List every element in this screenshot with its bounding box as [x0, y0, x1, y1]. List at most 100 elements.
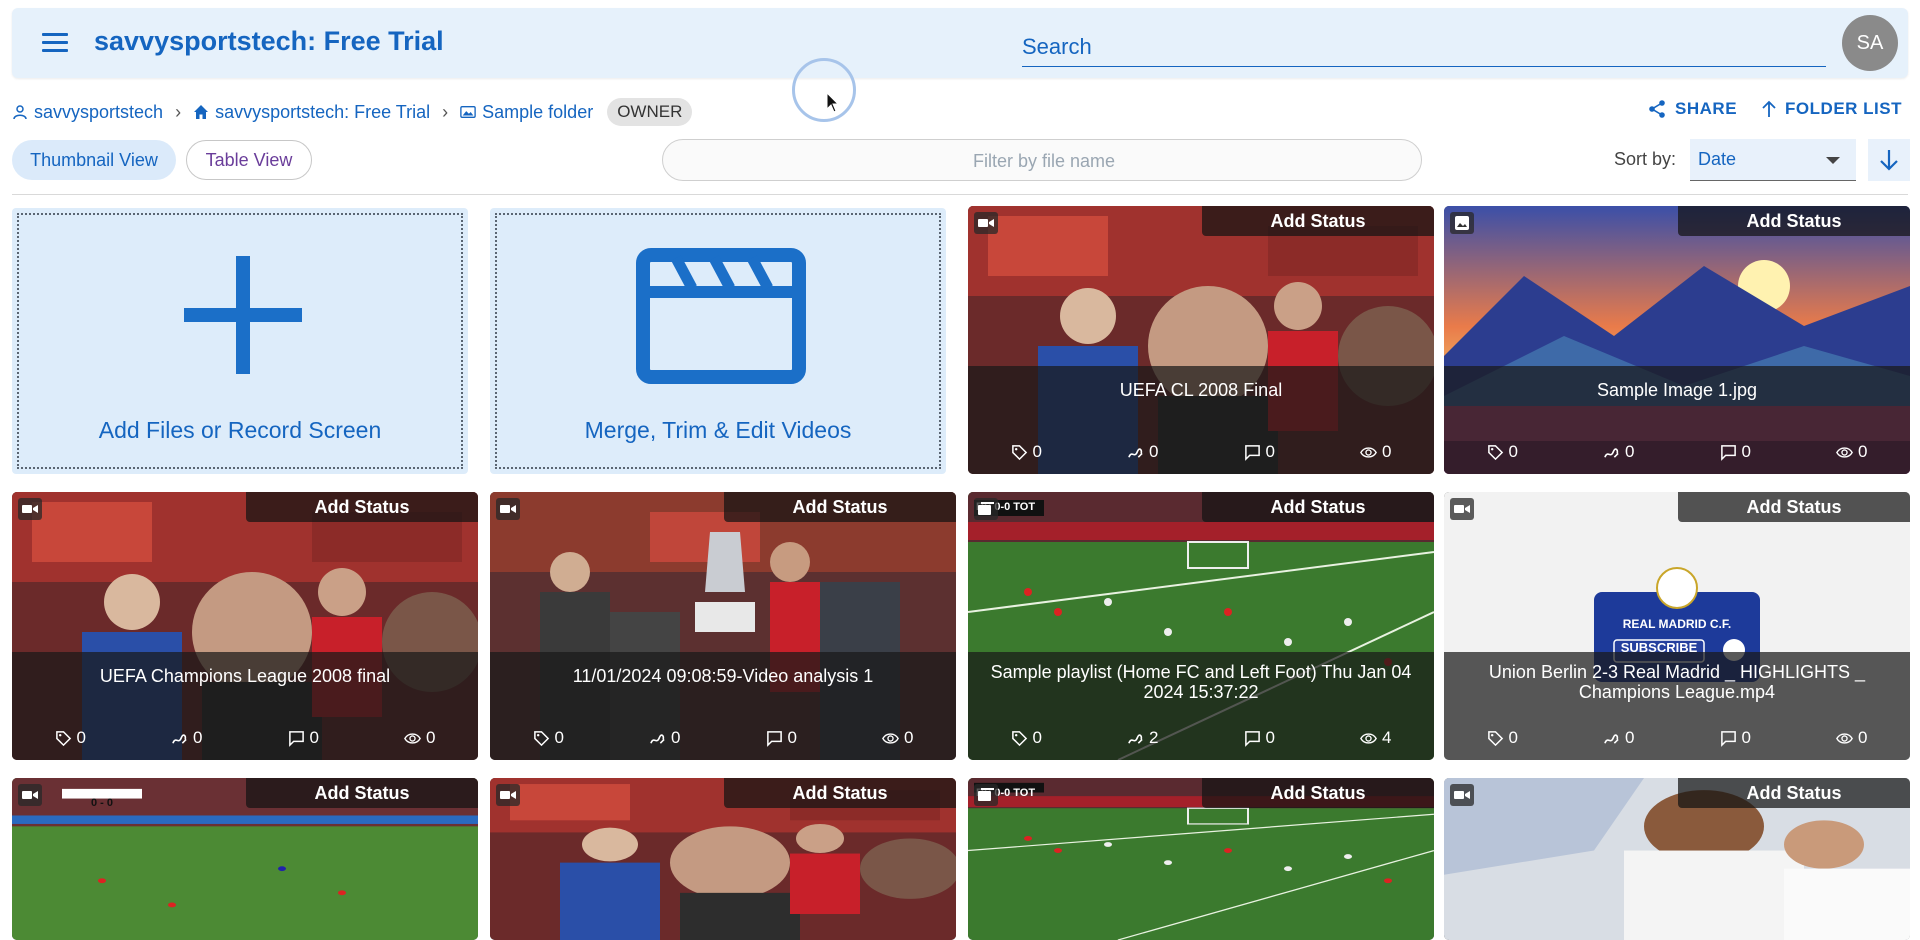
search-input[interactable] — [1022, 28, 1826, 66]
annotations-count-value: 0 — [1625, 728, 1635, 747]
search-field[interactable] — [1022, 28, 1826, 67]
add-status-button[interactable]: Add Status — [246, 778, 478, 808]
add-status-button[interactable]: Add Status — [1678, 778, 1910, 808]
add-status-button[interactable]: Add Status — [1678, 206, 1910, 236]
views-count: 0 — [1836, 728, 1867, 748]
video-icon — [978, 219, 994, 227]
tags-count-value: 0 — [1508, 442, 1518, 461]
tags-count[interactable]: 0 — [1487, 442, 1518, 462]
card-stats: 0 0 0 0 — [968, 442, 1434, 462]
add-status-button[interactable]: Add Status — [1202, 492, 1434, 522]
add-files-label: Add Files or Record Screen — [98, 417, 382, 443]
tags-count[interactable]: 0 — [1487, 728, 1518, 748]
card-title: Sample playlist (Home FC and Left Foot) … — [990, 662, 1412, 702]
views-count-value: 0 — [904, 728, 914, 747]
video-icon — [22, 791, 38, 799]
views-count: 0 — [882, 728, 913, 748]
playlist-icon — [978, 502, 994, 515]
media-card[interactable]: Add Status — [490, 778, 956, 940]
comments-count[interactable]: 0 — [1720, 728, 1751, 748]
media-card[interactable]: RS 0-0 TOT Add Status — [968, 778, 1434, 940]
sort-direction-button[interactable] — [1868, 139, 1910, 181]
comments-count-value: 0 — [1741, 728, 1751, 747]
folder-actions: SHARE FOLDER LIST — [1647, 99, 1902, 119]
card-stats: 0 0 0 0 — [1444, 442, 1910, 462]
comments-count[interactable]: 0 — [288, 728, 319, 748]
comments-count[interactable]: 0 — [1244, 442, 1275, 462]
annotations-count[interactable]: 0 — [171, 728, 202, 748]
comments-count[interactable]: 0 — [1720, 442, 1751, 462]
add-status-button[interactable]: Add Status — [724, 778, 956, 808]
merge-videos-label: Merge, Trim & Edit Videos — [584, 417, 852, 443]
add-status-button[interactable]: Add Status — [1202, 206, 1434, 236]
comments-count-value: 0 — [1265, 728, 1275, 747]
comments-count[interactable]: 0 — [1244, 728, 1275, 748]
annotation-icon — [650, 733, 665, 744]
breadcrumb-item-folder[interactable]: Sample folder — [460, 102, 593, 123]
annotations-count-value: 0 — [1625, 442, 1635, 461]
filter-input[interactable] — [663, 140, 1425, 182]
add-status-button[interactable]: Add Status — [1678, 492, 1910, 522]
add-status-button[interactable]: Add Status — [724, 492, 956, 522]
comments-count-value: 0 — [1265, 442, 1275, 461]
tag-icon — [1487, 730, 1503, 746]
tags-count-value: 0 — [554, 728, 564, 747]
divider — [12, 194, 1908, 195]
tags-count[interactable]: 0 — [1011, 728, 1042, 748]
card-title: UEFA CL 2008 Final — [1119, 380, 1283, 400]
share-button[interactable]: SHARE — [1647, 99, 1737, 119]
clapperboard-icon — [636, 248, 806, 384]
comments-count[interactable]: 0 — [766, 728, 797, 748]
tag-icon — [1487, 444, 1503, 460]
media-type-badge — [18, 784, 42, 806]
annotations-count[interactable]: 0 — [1127, 442, 1158, 462]
annotations-count[interactable]: 0 — [649, 728, 680, 748]
playlist-icon — [978, 788, 994, 801]
video-icon — [1454, 505, 1470, 513]
annotations-count[interactable]: 0 — [1603, 442, 1634, 462]
table-view-button[interactable]: Table View — [186, 140, 312, 180]
add-files-tile[interactable]: Add Files or Record Screen — [12, 208, 468, 474]
thumbnail-view-button[interactable]: Thumbnail View — [12, 140, 176, 180]
media-card[interactable]: Add Status Sample Image 1.jpg 0 0 0 0 — [1444, 206, 1910, 474]
comment-icon — [1244, 730, 1260, 747]
tags-count[interactable]: 0 — [533, 728, 564, 748]
filter-field[interactable] — [662, 139, 1425, 182]
comments-count-value: 0 — [1741, 442, 1751, 461]
breadcrumb: savvysportstech › savvysportstech: Free … — [12, 98, 693, 126]
merge-videos-tile[interactable]: Merge, Trim & Edit Videos — [490, 208, 946, 474]
media-card[interactable]: Add Status — [1444, 778, 1910, 940]
folder-list-button[interactable]: FOLDER LIST — [1761, 99, 1902, 119]
image-icon — [1455, 216, 1469, 230]
add-status-button[interactable]: Add Status — [246, 492, 478, 522]
card-title: Union Berlin 2-3 Real Madrid _ HIGHLIGHT… — [1488, 662, 1866, 702]
add-status-button[interactable]: Add Status — [1202, 778, 1434, 808]
tag-icon — [533, 730, 549, 746]
tags-count-value: 0 — [76, 728, 86, 747]
media-card[interactable]: Add Status UEFA Champions League 2008 fi… — [12, 492, 478, 760]
share-icon — [1649, 100, 1665, 118]
tag-icon — [1011, 444, 1027, 460]
menu-icon[interactable] — [38, 28, 72, 58]
views-count-value: 4 — [1382, 728, 1392, 747]
avatar[interactable]: SA — [1842, 15, 1898, 71]
eye-icon — [1360, 446, 1377, 458]
media-card[interactable]: RS 0-0 TOT Add Status Sample playlist (Ho… — [968, 492, 1434, 760]
annotations-count[interactable]: 2 — [1127, 728, 1158, 748]
comments-count-value: 0 — [309, 728, 319, 747]
card-info-panel: UEFA CL 2008 Final 0 0 0 0 — [968, 366, 1434, 474]
views-count: 0 — [1360, 442, 1391, 462]
breadcrumb-item-home[interactable]: savvysportstech: Free Trial — [193, 102, 430, 123]
arrow-down-icon — [1880, 150, 1898, 171]
media-card[interactable]: REAL MADRID C.F. SUBSCRIBE Add Status Unio… — [1444, 492, 1910, 760]
sort-select[interactable]: Date — [1690, 139, 1856, 181]
tags-count[interactable]: 0 — [1011, 442, 1042, 462]
views-count: 4 — [1360, 728, 1391, 748]
media-card[interactable]: Add Status 11/01/2024 09:08:59-Video ana… — [490, 492, 956, 760]
annotations-count[interactable]: 0 — [1603, 728, 1634, 748]
media-card[interactable]: Add Status UEFA CL 2008 Final 0 0 0 0 — [968, 206, 1434, 474]
media-card[interactable]: 0 - 0 Add Status — [12, 778, 478, 940]
tags-count[interactable]: 0 — [55, 728, 86, 748]
breadcrumb-item-user[interactable]: savvysportstech — [12, 102, 163, 123]
media-type-badge — [496, 498, 520, 520]
